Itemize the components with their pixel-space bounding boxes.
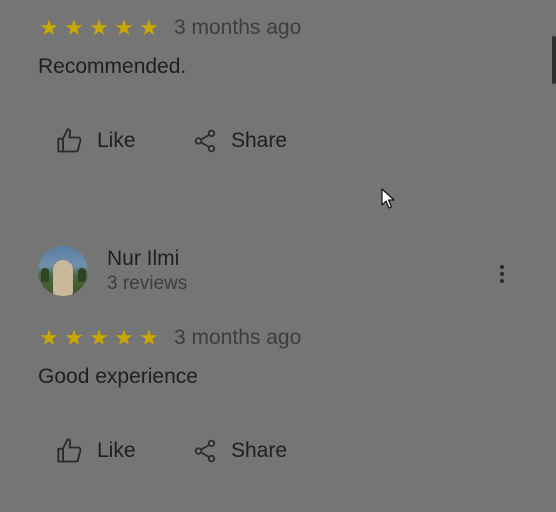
mouse-pointer-icon — [381, 188, 395, 209]
share-button[interactable]: Share — [192, 438, 287, 464]
more-vert-icon — [500, 279, 504, 283]
star-icon: ★ — [89, 15, 109, 40]
like-button[interactable]: Like — [56, 437, 166, 465]
review-author[interactable]: Nur Ilmi 3 reviews — [38, 246, 187, 296]
avatar-tree — [41, 268, 49, 282]
more-options-button[interactable] — [492, 259, 512, 289]
star-icon: ★ — [39, 325, 59, 350]
share-label: Share — [231, 439, 288, 462]
author-review-count: 3 reviews — [107, 273, 188, 294]
more-vert-icon — [500, 272, 504, 276]
star-icon: ★ — [64, 325, 84, 350]
share-label: Share — [231, 129, 288, 152]
star-icon: ★ — [39, 15, 59, 40]
star-icon: ★ — [114, 15, 134, 40]
like-label: Like — [97, 439, 136, 462]
author-info: Nur Ilmi 3 reviews — [107, 246, 187, 296]
star-icon: ★ — [89, 325, 109, 350]
avatar-tree — [78, 268, 86, 282]
more-vert-icon — [500, 265, 504, 269]
thumbs-up-icon — [57, 438, 82, 463]
share-icon — [194, 129, 216, 153]
author-name[interactable]: Nur Ilmi — [107, 246, 187, 272]
rating-row: ★ ★ ★ ★ ★ 3 months ago — [38, 323, 301, 353]
review-time: 3 months ago — [174, 16, 302, 39]
star-rating: ★ ★ ★ ★ ★ — [38, 17, 160, 39]
avatar[interactable] — [38, 246, 88, 296]
review-text: Good experience — [38, 365, 198, 388]
star-icon: ★ — [114, 325, 134, 350]
rating-row: ★ ★ ★ ★ ★ 3 months ago — [38, 13, 301, 43]
avatar-person — [53, 260, 73, 296]
scrollbar[interactable] — [552, 36, 556, 84]
like-label: Like — [97, 129, 136, 152]
review-time: 3 months ago — [174, 326, 302, 349]
star-rating: ★ ★ ★ ★ ★ — [38, 327, 160, 349]
review-text: Recommended. — [38, 55, 187, 78]
share-icon — [194, 439, 216, 463]
like-button[interactable]: Like — [56, 127, 166, 155]
review-actions: Like Share — [56, 437, 287, 465]
share-button[interactable]: Share — [192, 128, 287, 154]
star-icon: ★ — [139, 15, 159, 40]
review-actions: Like Share — [56, 127, 287, 155]
star-icon: ★ — [64, 15, 84, 40]
star-icon: ★ — [139, 325, 159, 350]
thumbs-up-icon — [57, 128, 82, 153]
